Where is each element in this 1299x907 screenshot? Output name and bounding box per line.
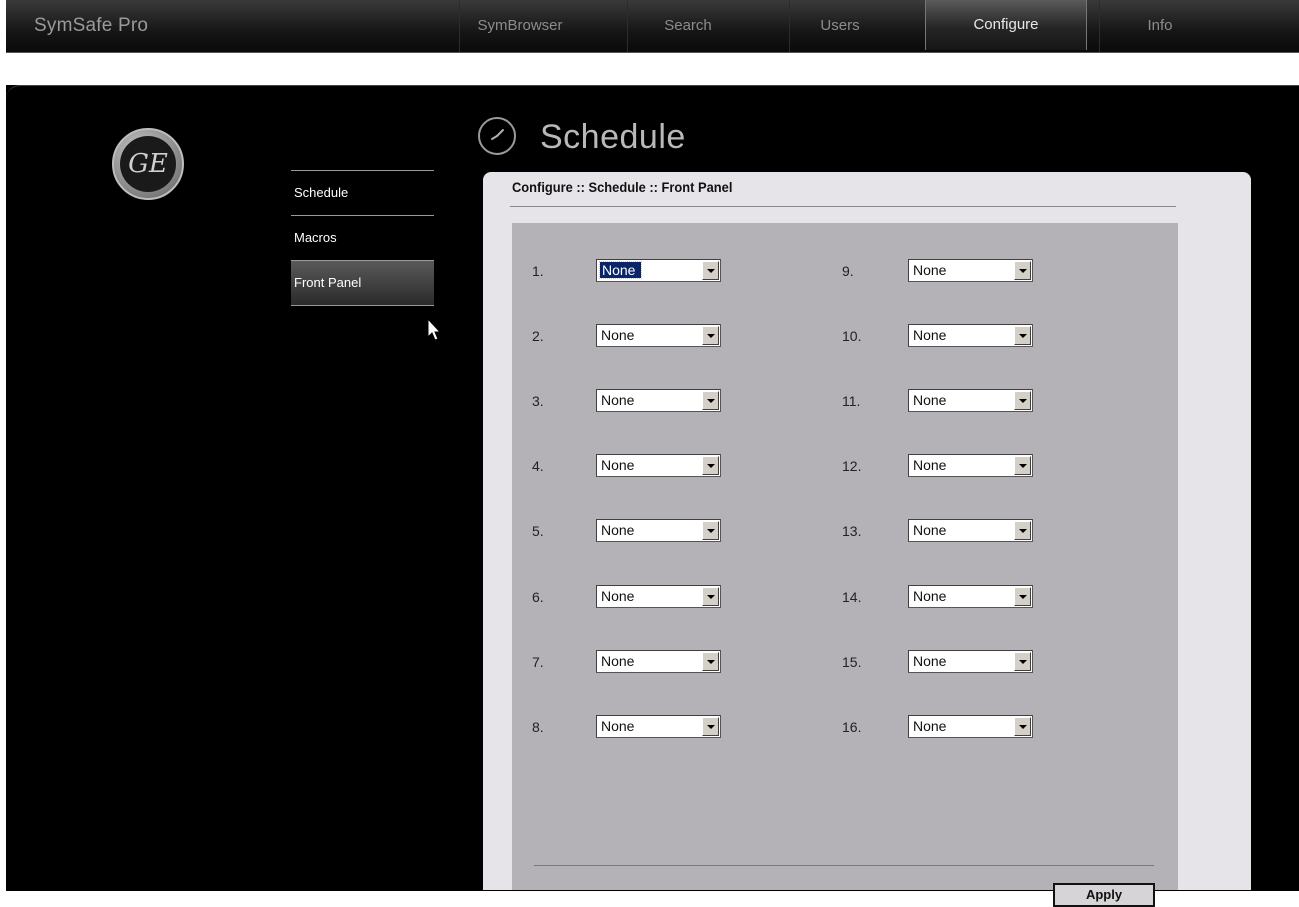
slot-select-2[interactable]: None <box>596 324 721 347</box>
page-title: Schedule <box>540 118 686 156</box>
tab-users[interactable]: Users <box>789 0 890 52</box>
slot-select-16[interactable]: None <box>908 715 1033 738</box>
slot-label-12: 12. <box>842 458 862 474</box>
app-title: SymSafe Pro <box>34 15 149 36</box>
sidebar-item-schedule[interactable]: Schedule <box>291 170 434 215</box>
slot-label-4: 4. <box>532 458 544 474</box>
divider <box>534 865 1154 866</box>
tab-configure[interactable]: Configure <box>925 0 1087 50</box>
top-navigation-bar: SymSafe Pro SymBrowser Search Users Conf… <box>6 0 1299 53</box>
slot-value: None <box>601 457 635 473</box>
chevron-down-icon[interactable] <box>702 261 719 280</box>
chevron-down-icon[interactable] <box>1014 652 1031 671</box>
slot-label-6: 6. <box>532 589 544 605</box>
chevron-down-icon[interactable] <box>1014 587 1031 606</box>
slot-value: None <box>601 588 635 604</box>
slot-select-12[interactable]: None <box>908 454 1033 477</box>
slot-select-9[interactable]: None <box>908 259 1033 282</box>
chevron-down-icon[interactable] <box>702 652 719 671</box>
breadcrumb: Configure :: Schedule :: Front Panel <box>512 179 733 195</box>
slot-label-2: 2. <box>532 328 544 344</box>
slot-value: None <box>913 392 947 408</box>
sidebar-menu: Schedule Macros Front Panel <box>291 170 434 307</box>
slot-label-13: 13. <box>842 523 862 539</box>
front-panel-form: 1. None 2. None 3. None 4. None 5. None … <box>512 223 1178 907</box>
slot-select-7[interactable]: None <box>596 650 721 673</box>
chevron-down-icon[interactable] <box>1014 456 1031 475</box>
chevron-down-icon[interactable] <box>1014 717 1031 736</box>
slot-label-11: 11. <box>842 393 861 409</box>
ge-logo-text: GE <box>120 136 176 192</box>
slot-label-14: 14. <box>842 589 862 605</box>
slot-label-1: 1. <box>532 263 544 279</box>
apply-button[interactable]: Apply <box>1053 883 1155 907</box>
tab-search[interactable]: Search <box>627 0 748 52</box>
slot-select-3[interactable]: None <box>596 389 721 412</box>
chevron-down-icon[interactable] <box>1014 391 1031 410</box>
chevron-down-icon[interactable] <box>702 521 719 540</box>
header-strip <box>6 53 1299 85</box>
chevron-down-icon[interactable] <box>702 326 719 345</box>
slot-value: None <box>601 392 635 408</box>
slot-label-7: 7. <box>532 654 544 670</box>
slot-value: None <box>598 261 643 279</box>
chevron-down-icon[interactable] <box>702 391 719 410</box>
slot-label-9: 9. <box>842 263 854 279</box>
chevron-down-icon[interactable] <box>702 456 719 475</box>
tab-info[interactable]: Info <box>1099 0 1220 52</box>
slot-value: None <box>601 653 635 669</box>
slot-select-8[interactable]: None <box>596 715 721 738</box>
slot-select-1[interactable]: None <box>596 259 721 282</box>
sidebar-item-macros[interactable]: Macros <box>291 215 434 260</box>
slot-select-14[interactable]: None <box>908 585 1033 608</box>
ge-logo: GE <box>112 128 184 200</box>
slot-value: None <box>913 457 947 473</box>
slot-select-10[interactable]: None <box>908 324 1033 347</box>
chevron-down-icon[interactable] <box>702 717 719 736</box>
slot-value: None <box>913 327 947 343</box>
chevron-down-icon[interactable] <box>702 587 719 606</box>
divider <box>510 206 1176 207</box>
slot-select-13[interactable]: None <box>908 519 1033 542</box>
mouse-cursor-icon <box>427 318 442 341</box>
slot-value: None <box>913 588 947 604</box>
sidebar-item-front-panel[interactable]: Front Panel <box>291 260 434 305</box>
slot-label-15: 15. <box>842 654 862 670</box>
slot-select-6[interactable]: None <box>596 585 721 608</box>
content-panel: Configure :: Schedule :: Front Panel 1. … <box>483 172 1251 907</box>
slot-label-10: 10. <box>842 328 862 344</box>
slot-value: None <box>601 327 635 343</box>
chevron-down-icon[interactable] <box>1014 261 1031 280</box>
slot-select-11[interactable]: None <box>908 389 1033 412</box>
sidebar-divider <box>291 305 434 307</box>
chevron-down-icon[interactable] <box>1014 521 1031 540</box>
clock-icon <box>478 117 516 155</box>
slot-value: None <box>913 653 947 669</box>
slot-value: None <box>913 262 947 278</box>
slot-select-15[interactable]: None <box>908 650 1033 673</box>
slot-label-3: 3. <box>532 393 544 409</box>
tab-symbrowser[interactable]: SymBrowser <box>459 0 580 52</box>
slot-value: None <box>601 522 635 538</box>
slot-label-16: 16. <box>842 719 862 735</box>
slot-value: None <box>913 718 947 734</box>
slot-label-8: 8. <box>532 719 544 735</box>
slot-value: None <box>601 718 635 734</box>
chevron-down-icon[interactable] <box>1014 326 1031 345</box>
slot-value: None <box>913 522 947 538</box>
slot-select-4[interactable]: None <box>596 454 721 477</box>
slot-label-5: 5. <box>532 523 544 539</box>
slot-select-5[interactable]: None <box>596 519 721 542</box>
